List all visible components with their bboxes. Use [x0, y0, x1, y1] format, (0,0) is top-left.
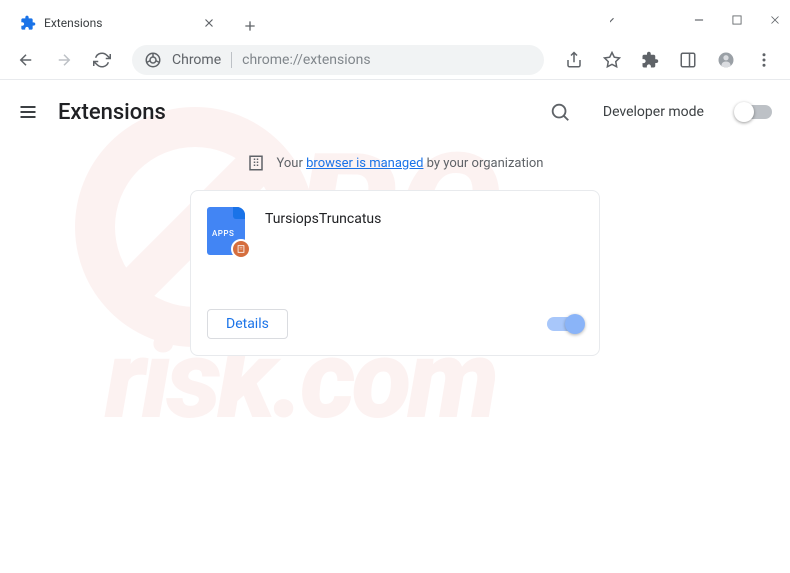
organization-icon: [247, 154, 265, 172]
managed-prefix: Your: [277, 156, 307, 171]
managed-link[interactable]: browser is managed: [306, 156, 423, 171]
divider: [231, 52, 232, 68]
search-icon[interactable]: [549, 101, 571, 123]
sidepanel-button[interactable]: [672, 44, 704, 76]
bookmark-button[interactable]: [596, 44, 628, 76]
chrome-icon: [144, 51, 162, 69]
extension-name: TursiopsTruncatus: [265, 207, 381, 297]
extension-app-icon: APPS: [207, 207, 245, 255]
extension-card: APPS TursiopsTruncatus Details: [190, 190, 600, 356]
tab-strip: Extensions: [0, 0, 610, 40]
back-button[interactable]: [10, 44, 42, 76]
extension-toggle[interactable]: [547, 317, 583, 331]
managed-suffix: by your organization: [423, 156, 543, 171]
address-bar[interactable]: Chrome chrome://extensions: [132, 45, 544, 75]
page-title: Extensions: [58, 100, 529, 125]
extensions-button[interactable]: [634, 44, 666, 76]
developer-mode-toggle[interactable]: [736, 105, 772, 119]
minimize-icon[interactable]: [692, 13, 706, 27]
menu-icon[interactable]: [18, 102, 38, 122]
managed-notice: Your browser is managed by your organiza…: [247, 154, 544, 172]
reload-button[interactable]: [86, 44, 118, 76]
details-button[interactable]: Details: [207, 309, 288, 339]
browser-tab[interactable]: Extensions: [8, 6, 228, 40]
tab-title: Extensions: [44, 16, 194, 30]
developer-mode-label: Developer mode: [603, 104, 704, 120]
building-badge-icon: [231, 239, 251, 259]
share-button[interactable]: [558, 44, 590, 76]
address-url: chrome://extensions: [242, 52, 532, 68]
maximize-icon[interactable]: [730, 13, 744, 27]
page-header: Extensions Developer mode: [0, 90, 790, 134]
forward-button[interactable]: [48, 44, 80, 76]
close-window-icon[interactable]: [768, 13, 782, 27]
new-tab-button[interactable]: [236, 12, 264, 40]
profile-button[interactable]: [710, 44, 742, 76]
toolbar: Chrome chrome://extensions: [0, 40, 790, 80]
close-icon[interactable]: [202, 16, 216, 30]
content-area: Your browser is managed by your organiza…: [0, 134, 790, 376]
menu-button[interactable]: [748, 44, 780, 76]
address-prefix: Chrome: [172, 52, 221, 68]
extension-icon: [20, 15, 36, 31]
